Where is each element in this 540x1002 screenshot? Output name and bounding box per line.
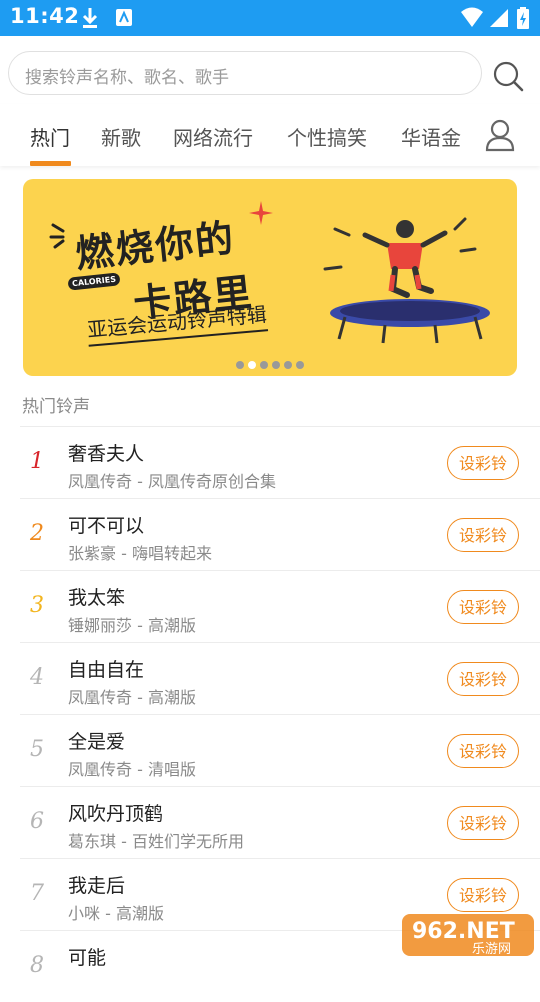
song-artist-album: 小咪 - 高潮版 <box>68 904 164 923</box>
search-placeholder: 搜索铃声名称、歌名、歌手 <box>25 68 229 88</box>
song-artist-album: 凤凰传奇 - 凤凰传奇原创合集 <box>68 472 276 491</box>
set-ringback-button[interactable]: 设彩铃 <box>447 518 519 552</box>
search-bar: 搜索铃声名称、歌名、歌手 <box>0 36 540 104</box>
carousel-dot-active[interactable] <box>248 361 256 369</box>
song-title: 奢香夫人 <box>68 443 145 465</box>
song-artist-album: 凤凰传奇 - 清唱版 <box>68 760 196 779</box>
rank-number: 6 <box>30 809 44 834</box>
tab-internet-popular[interactable]: 网络流行 <box>173 122 253 151</box>
watermark-main-text: 962.NET <box>412 919 515 944</box>
song-title: 我太笨 <box>68 587 126 609</box>
song-title: 自由自在 <box>68 659 145 681</box>
user-icon[interactable] <box>484 118 516 152</box>
carousel-dot[interactable] <box>284 361 292 369</box>
watermark-logo-icon: 962.NET 乐游网 <box>402 914 534 957</box>
search-icon[interactable] <box>492 60 524 92</box>
signal-icon <box>490 9 508 27</box>
song-artist-album: 张紫豪 - 嗨唱转起来 <box>68 544 212 563</box>
section-title: 热门铃声 <box>22 397 90 417</box>
banner-subtitle: 亚运会运动铃声特辑 <box>85 298 269 347</box>
set-ringback-button[interactable]: 设彩铃 <box>447 662 519 696</box>
sparkle-icon <box>249 201 273 225</box>
set-ringback-button[interactable]: 设彩铃 <box>447 878 519 912</box>
rank-number: 1 <box>30 449 44 474</box>
trampoline-illustration-icon <box>323 217 490 344</box>
tab-hot[interactable]: 热门 <box>30 122 70 151</box>
tab-funny[interactable]: 个性搞笑 <box>287 122 367 151</box>
status-time: 11:42 <box>10 4 80 28</box>
active-tab-indicator <box>30 161 71 166</box>
song-title: 全是爱 <box>68 731 126 753</box>
song-artist-album: 葛东琪 - 百姓们学无所用 <box>68 832 244 851</box>
battery-icon <box>517 7 529 29</box>
list-item[interactable]: 2 可不可以 张紫豪 - 嗨唱转起来 设彩铃 <box>20 498 540 570</box>
song-title: 可能 <box>68 947 107 969</box>
set-ringback-button[interactable]: 设彩铃 <box>447 446 519 480</box>
rank-number: 8 <box>30 953 44 978</box>
rank-number: 2 <box>30 521 44 546</box>
category-tabs: 热门 新歌 网络流行 个性搞笑 华语金 <box>0 104 540 166</box>
rank-number: 5 <box>30 737 44 762</box>
list-item[interactable]: 6 风吹丹顶鹤 葛东琪 - 百姓们学无所用 设彩铃 <box>20 786 540 858</box>
rank-number: 3 <box>30 593 44 618</box>
set-ringback-button[interactable]: 设彩铃 <box>447 590 519 624</box>
carousel-dot[interactable] <box>272 361 280 369</box>
song-title: 风吹丹顶鹤 <box>68 803 164 825</box>
list-item[interactable]: 5 全是爱 凤凰传奇 - 清唱版 设彩铃 <box>20 714 540 786</box>
carousel-dot[interactable] <box>260 361 268 369</box>
list-item[interactable]: 1 奢香夫人 凤凰传奇 - 凤凰传奇原创合集 设彩铃 <box>20 426 540 498</box>
rank-number: 7 <box>30 881 44 906</box>
carousel-dot[interactable] <box>296 361 304 369</box>
banner-badge: CALORIES <box>67 272 121 291</box>
status-bar: 11:42 <box>0 0 540 36</box>
watermark-logo: 962.NET 乐游网 <box>400 912 536 958</box>
list-item[interactable]: 3 我太笨 锤娜丽莎 - 高潮版 设彩铃 <box>20 570 540 642</box>
song-title: 我走后 <box>68 875 126 897</box>
list-item[interactable]: 4 自由自在 凤凰传奇 - 高潮版 设彩铃 <box>20 642 540 714</box>
song-artist-album: 凤凰传奇 - 高潮版 <box>68 688 196 707</box>
watermark-sub-text: 乐游网 <box>472 942 511 957</box>
rank-number: 4 <box>30 665 44 690</box>
search-input[interactable]: 搜索铃声名称、歌名、歌手 <box>8 51 482 95</box>
promo-banner[interactable]: 燃烧你的 CALORIES 卡路里 亚运会运动铃声特辑 <box>23 179 517 376</box>
set-ringback-button[interactable]: 设彩铃 <box>447 734 519 768</box>
download-icon <box>82 8 98 28</box>
tab-chinese-gold[interactable]: 华语金 <box>401 122 461 151</box>
tab-new-songs[interactable]: 新歌 <box>101 122 141 151</box>
set-ringback-button[interactable]: 设彩铃 <box>447 806 519 840</box>
song-artist-album: 锤娜丽莎 - 高潮版 <box>68 616 196 635</box>
app-notification-icon <box>116 9 132 26</box>
song-title: 可不可以 <box>68 515 145 537</box>
carousel-dot[interactable] <box>236 361 244 369</box>
wifi-icon <box>461 7 483 27</box>
